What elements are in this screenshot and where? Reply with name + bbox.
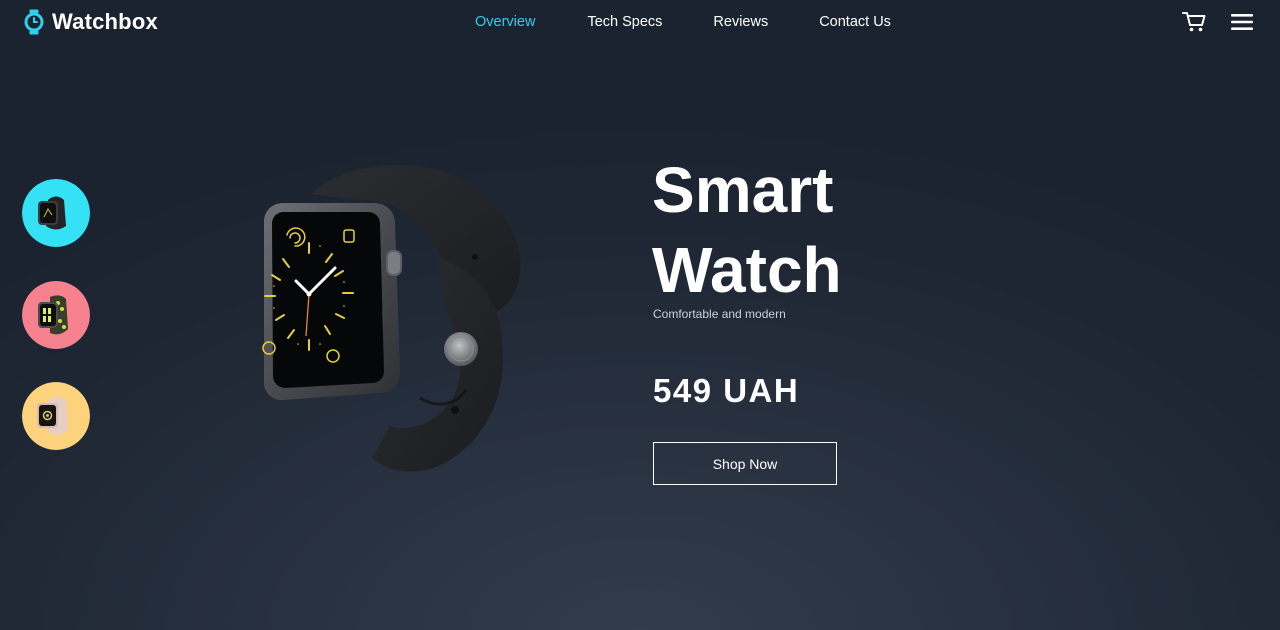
product-image xyxy=(240,158,530,478)
nav-link-overview[interactable]: Overview xyxy=(475,14,535,30)
navbar: Watchbox Overview Tech Specs Reviews Con… xyxy=(0,0,1280,46)
cart-button[interactable] xyxy=(1182,11,1206,33)
brand-logo[interactable]: Watchbox xyxy=(24,9,158,35)
cart-icon xyxy=(1182,12,1206,32)
smart-watch-illustration xyxy=(262,164,521,472)
hero-title-line-1: Smart xyxy=(652,154,834,226)
hero-title: Smart Watch xyxy=(652,150,842,310)
menu-button[interactable] xyxy=(1231,12,1253,32)
hero-subtitle: Comfortable and modern xyxy=(653,307,786,321)
main-nav: Overview Tech Specs Reviews Contact Us xyxy=(475,14,891,30)
nav-link-contact-us[interactable]: Contact Us xyxy=(819,14,891,30)
watch-thumbnail-icon xyxy=(22,179,90,247)
hero-title-line-2: Watch xyxy=(652,234,842,306)
nav-link-reviews[interactable]: Reviews xyxy=(713,14,768,30)
variant-thumb-black-sport[interactable] xyxy=(22,179,90,247)
variant-thumb-lime-sport[interactable] xyxy=(22,281,90,349)
shop-now-button[interactable]: Shop Now xyxy=(653,442,837,485)
brand-name: Watchbox xyxy=(52,9,158,34)
product-price: 549 UAH xyxy=(653,372,800,409)
watch-icon xyxy=(24,9,44,35)
watch-thumbnail-icon xyxy=(22,281,90,349)
nav-link-tech-specs[interactable]: Tech Specs xyxy=(587,14,662,30)
hamburger-menu-icon xyxy=(1231,14,1253,30)
variant-thumb-pink-sand[interactable] xyxy=(22,382,90,450)
watch-thumbnail-icon xyxy=(22,382,90,450)
